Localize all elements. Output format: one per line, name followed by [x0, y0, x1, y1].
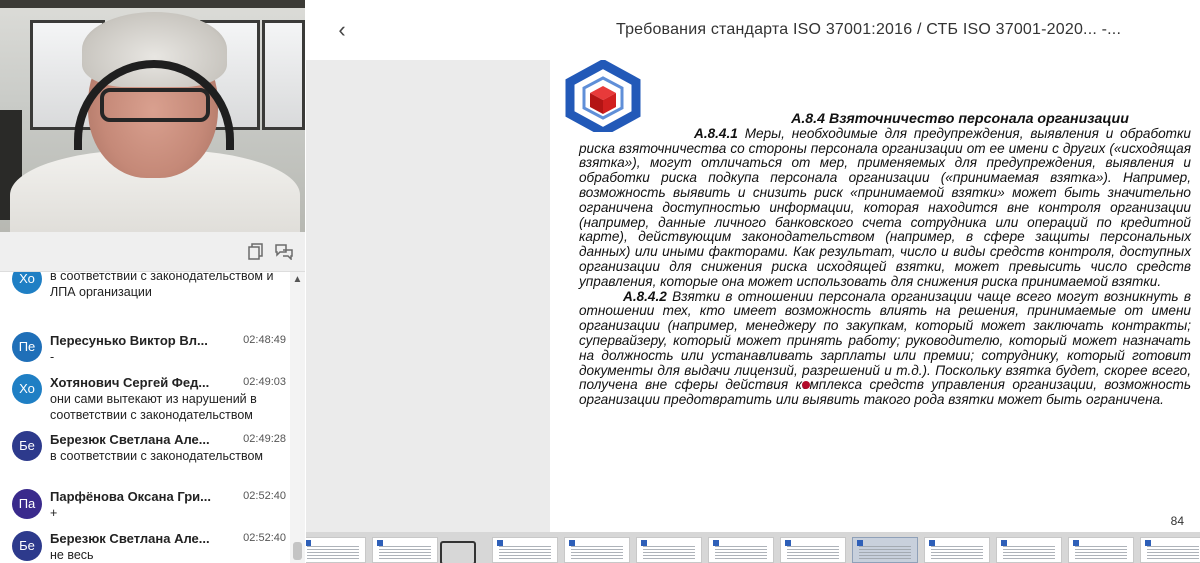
sender-name: Березюк Светлана Але... [50, 432, 210, 447]
left-panel: Хо в соответствии с законодательством и … [0, 0, 305, 563]
page-thumbnail[interactable] [708, 537, 774, 563]
message-time: 02:49:28 [243, 433, 286, 445]
page-thumbnail[interactable] [564, 537, 630, 563]
page-thumbnail[interactable] [372, 537, 438, 563]
avatar: Хо [12, 272, 42, 294]
paragraph-number: А.8.4.1 [694, 125, 738, 141]
window-frame [0, 0, 305, 8]
video-feed [0, 0, 305, 232]
sender-name: Березюк Светлана Але... [50, 531, 210, 546]
page-thumbnail[interactable] [492, 537, 558, 563]
document-title: Требования стандарта ISO 37001:2016 / СТ… [616, 21, 1122, 38]
page-thumbnail[interactable] [996, 537, 1062, 563]
chat-list: Хо в соответствии с законодательством и … [0, 272, 290, 563]
page-thumbnail[interactable] [924, 537, 990, 563]
document-text: А.8.4 Взяточничество персонала организац… [579, 112, 1191, 408]
page-thumbnail-active[interactable] [852, 537, 918, 563]
paragraph-number: А.8.4.2 [623, 288, 667, 304]
chat-bubble-icon[interactable] [274, 242, 294, 262]
chat-message: Хо Хотянович Сергей Фед... 02:49:03 они … [0, 370, 290, 426]
copy-icon[interactable] [246, 242, 266, 262]
paragraph-text: Меры, необходимые для предупреждения, вы… [579, 125, 1191, 289]
chat-scrollbar[interactable]: ▲ [290, 272, 305, 563]
scroll-up-icon[interactable]: ▲ [290, 274, 305, 285]
page-thumbnail[interactable] [1140, 537, 1200, 563]
thumbnail-strip [306, 532, 1200, 563]
chat-toolbar [0, 232, 305, 272]
back-button[interactable]: ‹ [330, 16, 354, 44]
avatar: Па [12, 489, 42, 519]
message-text: они сами вытекают из нарушений в соответ… [50, 392, 257, 422]
scroll-thumb[interactable] [293, 542, 302, 560]
chat-message: Па Парфёнова Оксана Гри... 02:52:40 + [0, 485, 290, 525]
chat-message: Хо в соответствии с законодательством и … [0, 272, 290, 324]
sender-name: Парфёнова Оксана Гри... [50, 489, 211, 504]
page-thumbnail[interactable] [780, 537, 846, 563]
paragraph: А.8.4.1 Меры, необходимые для предупрежд… [579, 125, 1191, 290]
message-time: 02:48:49 [243, 334, 286, 346]
glasses [100, 88, 210, 122]
paragraph-text: Взятки в отношении персонала организации… [579, 288, 1191, 408]
avatar: Хо [12, 374, 42, 404]
page-thumbnail[interactable] [1068, 537, 1134, 563]
chat-message: Пе Пересунько Виктор Вл... 02:48:49 - [0, 328, 290, 368]
viewer-header: ‹ Требования стандарта ISO 37001:2016 / … [306, 0, 1200, 60]
pointer-cursor [802, 381, 810, 389]
message-text: + [50, 506, 58, 520]
chat-message: Бе Березюк Светлана Але... 02:52:40 не в… [0, 527, 290, 563]
sender-name: Пересунько Виктор Вл... [50, 333, 208, 348]
message-time: 02:52:40 [243, 532, 286, 544]
message-text: в соответствии с законодательством [50, 449, 264, 463]
message-text: не весь [50, 548, 94, 562]
document-viewer: ‹ Требования стандарта ISO 37001:2016 / … [306, 0, 1200, 563]
avatar: Пе [12, 332, 42, 362]
message-text: - [50, 350, 55, 364]
chat-message: Бе Березюк Светлана Але... 02:49:28 в со… [0, 427, 290, 483]
page-number: 84 [1170, 514, 1184, 528]
avatar: Бе [12, 531, 42, 561]
paragraph: А.8.4.2 Взятки в отношении персонала орг… [579, 288, 1191, 408]
section-heading: А.8.4 Взяточничество персонала организац… [791, 111, 1129, 127]
sender-name: Хотянович Сергей Фед... [50, 375, 210, 390]
page-thumbnail[interactable] [636, 537, 702, 563]
window-pane [262, 20, 305, 130]
avatar: Бе [12, 431, 42, 461]
page-thumbnail[interactable] [306, 537, 366, 563]
message-time: 02:49:03 [243, 376, 286, 388]
message-time: 02:52:40 [243, 490, 286, 502]
message-text: в соответствии с законодательством и ЛПА… [50, 272, 274, 299]
document-page: А.8.4 Взяточничество персонала организац… [550, 58, 1200, 532]
